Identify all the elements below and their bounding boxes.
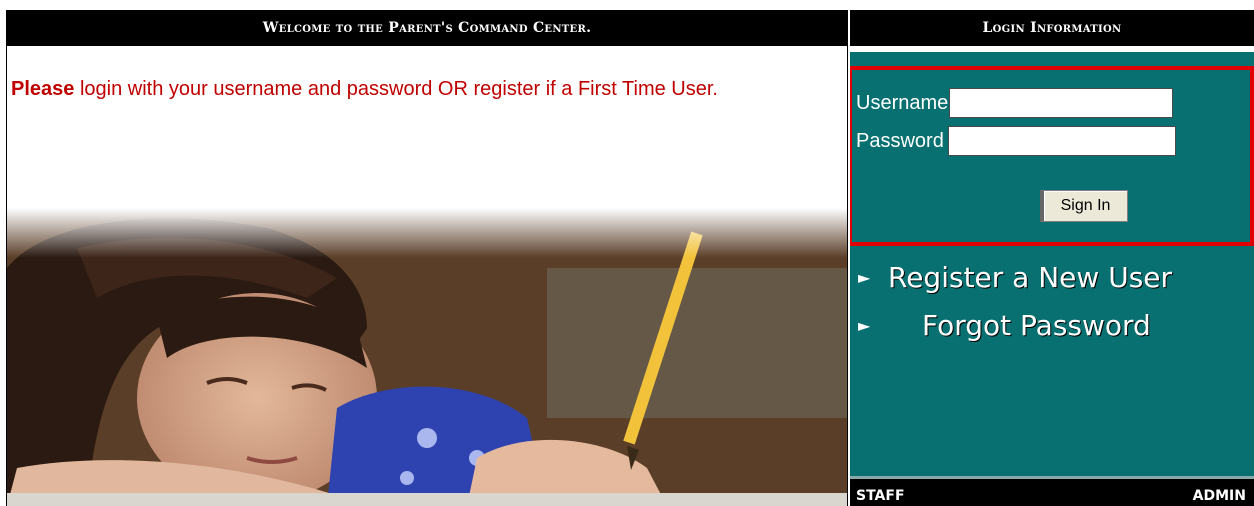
register-link-label: Register a New User <box>888 261 1173 294</box>
welcome-header: Welcome to the Parent's Command Center. <box>7 10 847 46</box>
staff-link[interactable]: STAFF <box>856 488 905 504</box>
forgot-password-link[interactable]: ► Forgot Password <box>858 302 1172 350</box>
arrow-right-icon: ► <box>858 316 871 335</box>
login-header: Login Information <box>850 10 1254 52</box>
password-input[interactable] <box>947 126 1176 156</box>
password-row: Password <box>856 126 1176 156</box>
student-photo <box>7 208 847 506</box>
intro-message: Please login with your username and pass… <box>7 46 847 102</box>
username-row: Username <box>856 88 1174 118</box>
register-link[interactable]: ► Register a New User <box>858 254 1172 302</box>
username-label: Username <box>856 92 949 114</box>
welcome-panel: Welcome to the Parent's Command Center. … <box>6 10 848 506</box>
admin-link[interactable]: ADMIN <box>1193 488 1246 504</box>
sign-in-button[interactable]: Sign In <box>1040 190 1128 222</box>
footer-bar: STAFF ADMIN <box>850 476 1254 506</box>
intro-emphasis: Please <box>11 78 75 100</box>
arrow-right-icon: ► <box>858 268 871 287</box>
login-form-highlight: Username Password Sign In <box>850 66 1254 246</box>
login-panel: Login Information Username Password Sign… <box>850 10 1254 506</box>
forgot-password-link-label: Forgot Password <box>922 309 1151 342</box>
footer-divider <box>850 476 1254 479</box>
password-label: Password <box>856 130 944 152</box>
intro-text: login with your username and password OR… <box>74 78 718 100</box>
auth-links: ► Register a New User ► Forgot Password <box>858 254 1172 350</box>
username-input[interactable] <box>949 88 1174 118</box>
